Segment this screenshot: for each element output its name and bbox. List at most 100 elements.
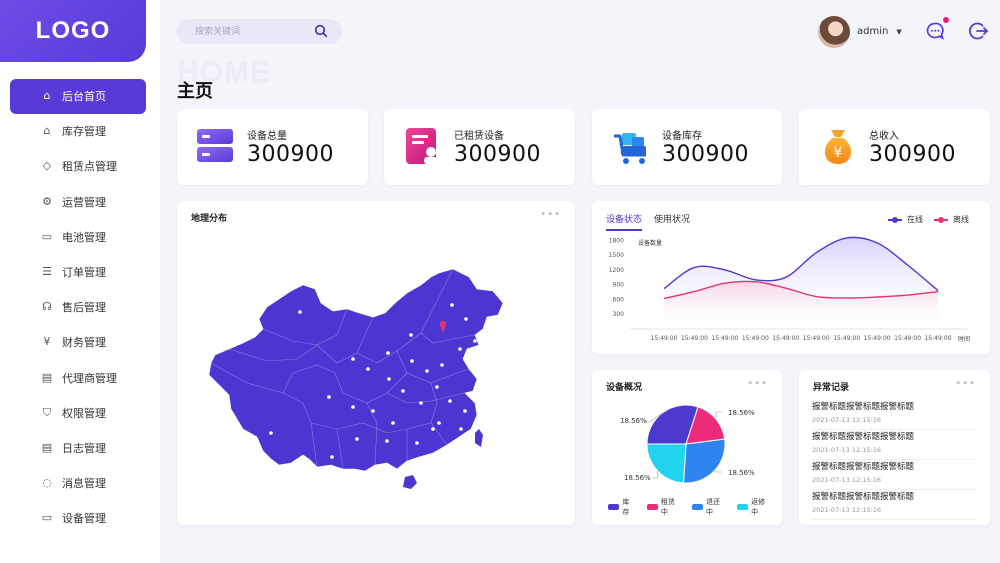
finance-icon: ¥ [43,335,51,349]
sidebar-item[interactable]: ▭ 电池管理 [10,220,146,255]
x-tick-label: 15:49:00 [803,335,830,342]
sidebar-item-label: 设备管理 [62,512,106,526]
stat-value: 300900 [454,142,541,167]
alert-item[interactable]: 报警标题报警标题报警标题 2021-07-13 12:15:16 [812,490,976,520]
alert-title: 报警标题报警标题报警标题 [812,462,915,472]
legend-label: 返修中 [751,498,766,516]
alert-date: 2021-07-13 12:15:16 [812,416,882,424]
x-tick-label: 15:49:00 [711,335,738,342]
sidebar-item-label: 消息管理 [62,477,106,491]
sidebar-item[interactable]: ☊ 售后管理 [10,290,146,325]
map-card: 地理分布 ••• [177,201,575,525]
x-tick-label: 15:49:00 [681,335,708,342]
pie-slice-label: 18.56% [624,474,651,482]
sidebar-item-label: 代理商管理 [62,371,117,385]
alert-list: 报警标题报警标题报警标题 2021-07-13 12:15:16 报警标题报警标题报… [812,400,976,520]
y-tick-label: 1500 [609,252,624,259]
home-icon: ⌂ [43,89,51,102]
y-tick-label: 600 [613,296,625,303]
sidebar-item-label: 订单管理 [62,265,106,279]
search-input[interactable] [195,24,305,39]
legend-item: 租赁中 [646,497,681,517]
logo[interactable]: LOGO [0,0,146,62]
device-icon: ▭ [41,511,53,525]
alert-title: 报警标题报警标题报警标题 [812,492,915,502]
pie-slice[interactable] [683,438,726,484]
warehouse-icon: ⌂ [43,124,51,138]
stat-label: 已租赁设备 [454,131,504,142]
alert-item[interactable]: 报警标题报警标题报警标题 2021-07-13 12:15:16 [812,460,976,490]
sidebar-item[interactable]: ◇ 租赁点管理 [10,149,146,184]
legend-item: 返修中 [736,497,771,517]
alert-item[interactable]: 报警标题报警标题报警标题 2021-07-13 12:15:16 [812,430,976,460]
sidebar-item[interactable]: ⚙ 运营管理 [10,185,146,220]
sidebar-item[interactable]: ⛉ 权限管理 [10,396,146,431]
sidebar-item-label: 租赁点管理 [62,160,117,174]
pie-slice-label: 18.56% [728,469,755,477]
more-options-icon[interactable]: ••• [955,378,976,389]
pie-slice-label: 18.56% [620,417,647,425]
x-tick-label: 15:49:00 [894,335,921,342]
pie-slice-label: 18.56% [728,409,755,417]
rent-document-icon [406,128,438,164]
sidebar-item[interactable]: ◌ 消息管理 [10,466,146,501]
store-icon: ▤ [41,370,53,384]
log-icon: ▤ [41,440,53,454]
headset-icon: ☊ [42,300,52,314]
chat-icon[interactable] [925,21,945,41]
stat-label: 设备库存 [662,131,702,142]
pie-slice[interactable] [646,443,687,484]
alert-card-title: 异常记录 [813,383,850,393]
chevron-down-icon[interactable]: ▼ [896,28,901,36]
map-card-title: 地理分布 [191,214,228,224]
alert-records-card: 异常记录 ••• 报警标题报警标题报警标题 2021-07-13 12:15:16… [799,370,990,525]
cube-icon: ◇ [42,159,52,173]
server-icon [197,129,233,162]
pie-label-leader [714,470,722,473]
cart-icon [614,133,646,164]
logo-text: LOGO [35,17,111,44]
logout-icon[interactable] [969,21,989,41]
search-bar [177,19,342,44]
avatar[interactable] [818,15,850,48]
sidebar-item[interactable]: ⌂ 后台首页 [10,79,146,114]
sidebar-item-label: 售后管理 [62,301,106,315]
user-menu[interactable]: admin ▼ [818,15,908,48]
search-icon[interactable] [314,24,328,38]
alert-title: 报警标题报警标题报警标题 [812,432,915,442]
stat-value: 300900 [247,142,334,167]
sidebar-item[interactable]: ⌂ 库存管理 [10,114,146,149]
map-hainan [403,475,417,489]
sidebar-item-label: 财务管理 [62,336,106,350]
sidebar-item-label: 运营管理 [62,195,106,209]
sidebar-nav: ⌂ 后台首页 ⌂ 库存管理 ◇ 租赁点管理 ⚙ 运营管理 ▭ 电池管理 ☰ 订单管理 ☊ 售后管理 ¥ 财务管… [10,79,146,536]
legend-item: 库存 [608,497,636,517]
notification-badge [943,17,949,23]
username: admin [857,26,889,37]
sidebar: LOGO ⌂ 后台首页 ⌂ 库存管理 ◇ 租赁点管理 ⚙ 运营管理 ▭ 电池管理 ☰ 订单管理 ☊ 售后管… [0,0,160,563]
x-tick-label: 15:49:00 [925,335,952,342]
stat-label: 设备总量 [247,131,287,142]
stat-value: 300900 [662,142,749,167]
more-options-icon[interactable]: ••• [540,209,561,220]
china-map[interactable] [207,233,527,493]
sidebar-item[interactable]: ▭ 设备管理 [10,501,146,536]
y-tick-label: 1200 [609,267,624,274]
money-bag-icon: ¥ [824,130,852,164]
sidebar-item[interactable]: ¥ 财务管理 [10,325,146,360]
map-taiwan [475,429,483,447]
alert-date: 2021-07-13 12:15:16 [812,506,882,514]
sidebar-item[interactable]: ☰ 订单管理 [10,255,146,290]
stat-label: 总收入 [869,131,899,142]
sidebar-item[interactable]: ▤ 代理商管理 [10,361,146,396]
sidebar-item[interactable]: ▤ 日志管理 [10,431,146,466]
device-overview-card: 设备概况 ••• 18.56% 18.56% 18.56% 18.56% 库存 租赁中… [592,370,782,525]
sidebar-item-label: 电池管理 [62,230,106,244]
x-tick-label: 15:49:00 [772,335,799,342]
stat-card-inventory: 设备库存 300900 [592,109,782,185]
battery-icon: ▭ [41,229,53,243]
alert-item[interactable]: 报警标题报警标题报警标题 2021-07-13 12:15:16 [812,400,976,430]
stat-card-rented-devices: 已租赁设备 300900 [384,109,575,185]
x-tick-label: 15:49:00 [864,335,891,342]
x-tick-label: 15:49:00 [833,335,860,342]
